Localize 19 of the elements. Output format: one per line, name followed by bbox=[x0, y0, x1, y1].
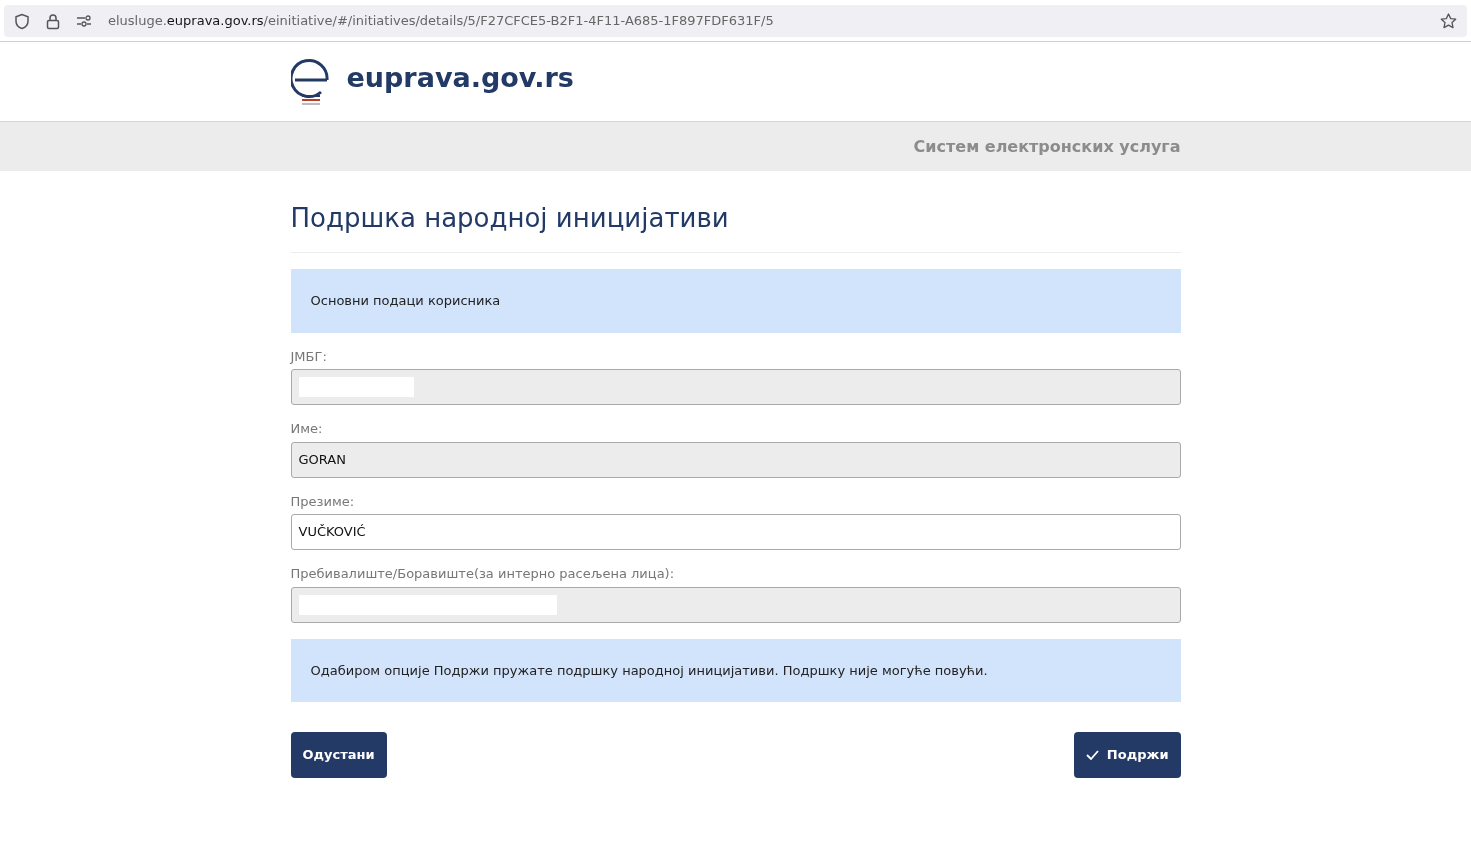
page-title: Подршка народној иницијативи bbox=[290, 203, 1181, 254]
logo-text[interactable]: euprava.gov.rs bbox=[346, 58, 574, 99]
star-icon[interactable] bbox=[1440, 13, 1457, 29]
cancel-button[interactable]: Одустани bbox=[290, 732, 387, 779]
field-label: ЈМБГ: bbox=[290, 347, 328, 366]
input-field[interactable]: VUČKOVIĆ bbox=[290, 514, 1181, 551]
shield-icon[interactable] bbox=[14, 12, 30, 30]
url-text: elusluge.euprava.gov.rs/einitiative/#/initiatives/details/5/F27CFCE5-B2F1-4F11-A685-1F897FDF631F/5 bbox=[108, 12, 775, 31]
check-icon bbox=[1085, 750, 1099, 761]
lock-icon[interactable] bbox=[46, 12, 60, 30]
field-label: Име: bbox=[290, 420, 324, 439]
section-notice: Основни подаци корисника bbox=[290, 269, 1181, 333]
sliders-icon[interactable] bbox=[76, 15, 92, 27]
field-label: Презиме: bbox=[290, 492, 356, 511]
subheader-title: Систем електронских услуга bbox=[913, 135, 1181, 158]
info-notice: Одабиром опције Подржи пружате подршку народној иницијативи. Подршку није могуће повући. bbox=[290, 638, 1181, 703]
support-button[interactable]: Подржи bbox=[1073, 732, 1181, 779]
field-label: Пребивалиште/Боравиште(за интерно расељена лица): bbox=[290, 565, 676, 584]
url-field[interactable]: elusluge.euprava.gov.rs/einitiative/#/initiatives/details/5/F27CFCE5-B2F1-4F11-A685-1F897FDF631F/5 bbox=[4, 5, 1467, 37]
